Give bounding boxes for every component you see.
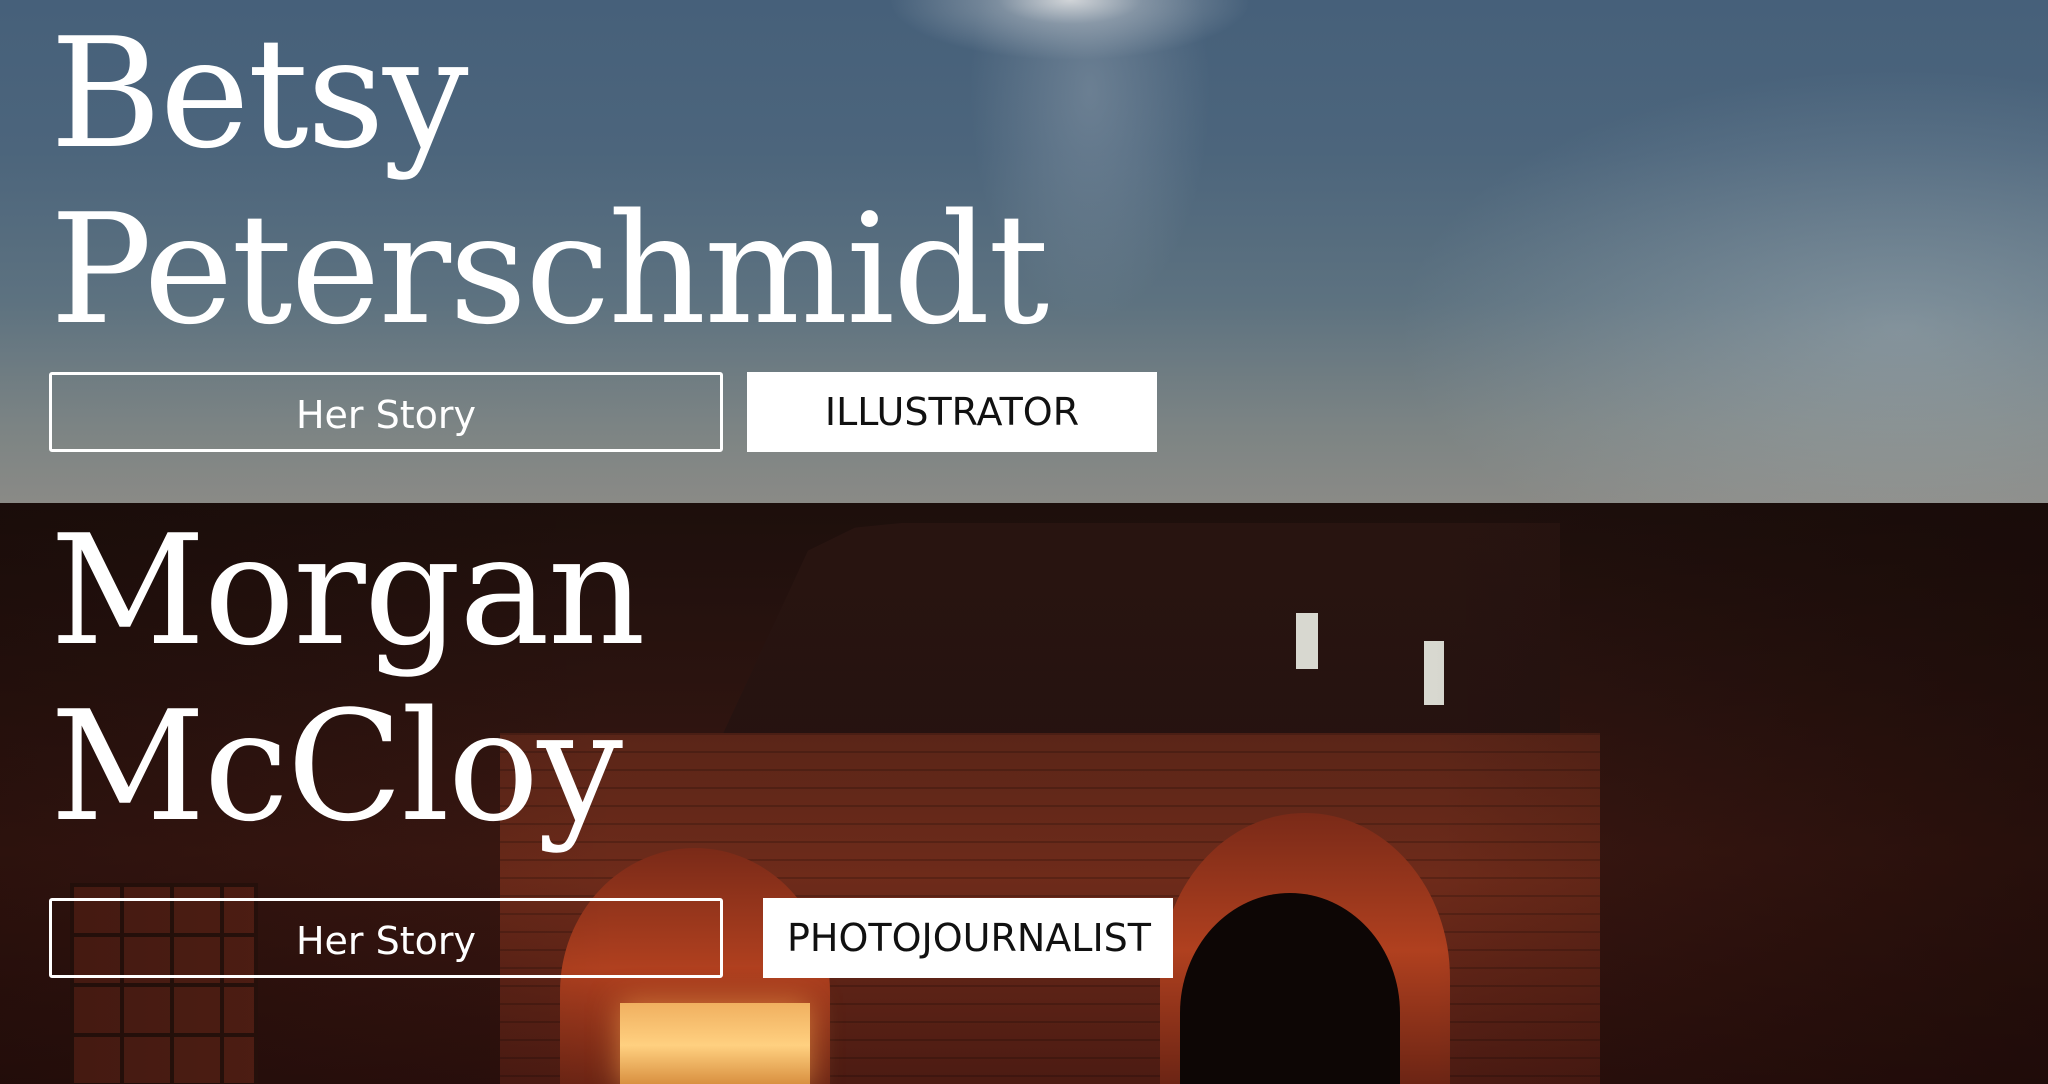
- her-story-label: Her Story: [295, 919, 477, 963]
- last-name: McCloy: [50, 678, 623, 855]
- first-name: Morgan: [50, 503, 646, 679]
- photojournalist-button[interactable]: PHOTOJOURNALIST: [763, 898, 1173, 978]
- role-label: PHOTOJOURNALIST: [787, 916, 1151, 960]
- her-story-label: Her Story: [295, 393, 477, 437]
- illustrator-button[interactable]: ILLUSTRATOR: [747, 372, 1157, 452]
- person-name: Betsy Peterschmidt: [50, 5, 1049, 358]
- her-story-button[interactable]: Her Story: [49, 898, 723, 978]
- person-name: Morgan McCloy: [50, 503, 646, 855]
- page: Betsy Peterschmidt Her Story ILLUSTRATOR: [0, 0, 2048, 1084]
- person-panel-morgan: Morgan McCloy Her Story PHOTOJOURNALIST: [0, 503, 2048, 1084]
- last-name: Peterschmidt: [50, 181, 1049, 358]
- person-panel-betsy: Betsy Peterschmidt Her Story ILLUSTRATOR: [0, 0, 2048, 503]
- person-block: Morgan McCloy: [50, 503, 646, 855]
- her-story-button[interactable]: Her Story: [49, 372, 723, 452]
- person-block: Betsy Peterschmidt: [50, 5, 1049, 358]
- first-name: Betsy: [50, 5, 469, 182]
- role-label: ILLUSTRATOR: [824, 390, 1080, 434]
